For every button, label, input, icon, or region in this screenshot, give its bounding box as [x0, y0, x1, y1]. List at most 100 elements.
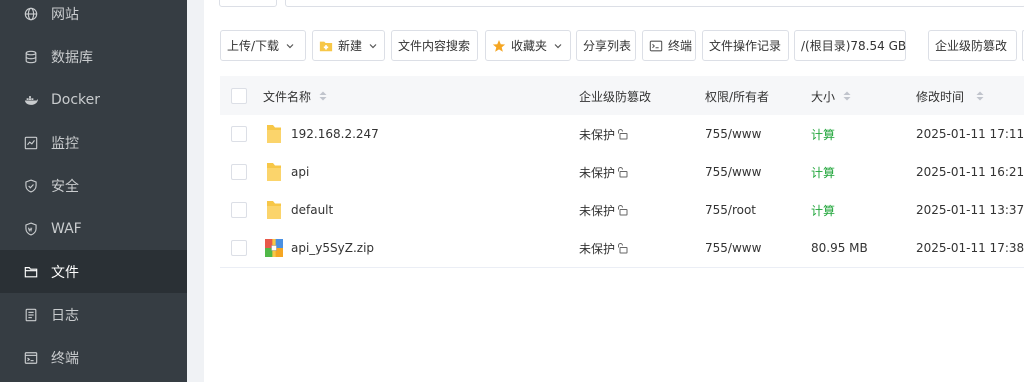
operation-log-label: 文件操作记录	[709, 39, 782, 53]
table-row[interactable]: default 未保护 755/root 计算 2025-01-11 13:37…	[220, 191, 1024, 230]
folder-icon	[265, 123, 283, 145]
terminal-icon	[649, 39, 663, 53]
modified-time: 2025-01-11 17:11:3	[916, 127, 1024, 141]
table-row[interactable]: api_y5SyZ.zip 未保护 755/www 80.95 MB 2025-…	[220, 229, 1024, 268]
database-icon	[24, 50, 38, 64]
tamper-status: 未保护	[579, 241, 616, 256]
file-name[interactable]: default	[291, 203, 333, 217]
column-header-label: 大小	[811, 89, 836, 104]
file-manager-panel: 上传/下载 新建 文件内容搜索 收藏夹 分享列表 终端 文件操作记录 /(根目录…	[204, 0, 1024, 382]
permission-owner[interactable]: 755/www	[705, 153, 761, 191]
sidebar-item-database[interactable]: 数据库	[0, 35, 187, 78]
chevron-down-icon	[368, 41, 378, 51]
docker-icon	[24, 93, 38, 107]
content-search-button[interactable]: 文件内容搜索	[391, 30, 478, 61]
content-search-label: 文件内容搜索	[398, 39, 471, 53]
column-header-label: 企业级防篡改	[579, 89, 652, 104]
globe-icon	[24, 7, 38, 21]
disk-usage-button[interactable]: /(根目录)78.54 GB	[794, 30, 906, 61]
monitor-chart-icon	[24, 136, 38, 150]
log-icon	[24, 308, 38, 322]
row-checkbox[interactable]	[231, 202, 247, 218]
share-list-button[interactable]: 分享列表	[576, 30, 636, 61]
star-icon	[492, 39, 506, 53]
file-name[interactable]: api	[291, 165, 309, 179]
sidebar-item-label: 监控	[51, 135, 79, 152]
calculate-size-link[interactable]: 计算	[811, 191, 835, 229]
row-checkbox[interactable]	[231, 240, 247, 256]
sidebar-item-label: 安全	[51, 178, 79, 195]
row-checkbox[interactable]	[231, 126, 247, 142]
sidebar-item-terminal[interactable]: 终端	[0, 336, 187, 379]
select-all-checkbox[interactable]	[231, 88, 247, 104]
sidebar-item-security[interactable]: 安全	[0, 164, 187, 207]
sidebar-item-docker[interactable]: Docker	[0, 78, 187, 121]
path-input[interactable]	[285, 0, 1024, 7]
folder-icon	[265, 161, 283, 183]
table-row[interactable]: 192.168.2.247 未保护 755/www 计算 2025-01-11 …	[220, 115, 1024, 154]
column-header-size[interactable]: 大小	[811, 76, 851, 116]
tamper-status: 未保护	[579, 165, 616, 180]
chevron-down-icon	[553, 41, 563, 51]
file-name[interactable]: 192.168.2.247	[291, 127, 379, 141]
table-row[interactable]: api 未保护 755/www 计算 2025-01-11 16:21:4	[220, 153, 1024, 192]
sidebar-item-label: 日志	[51, 307, 79, 324]
column-header-label: 文件名称	[263, 89, 312, 104]
sidebar-item-website[interactable]: 网站	[0, 0, 187, 35]
column-header-label: 修改时间	[916, 89, 965, 104]
tamper-proof-button[interactable]: 企业级防篡改	[928, 30, 1017, 61]
tamper-proof-label: 企业级防篡改	[935, 39, 1008, 53]
favorites-button[interactable]: 收藏夹	[485, 30, 571, 61]
shield-icon	[24, 178, 38, 193]
unlock-icon[interactable]	[617, 166, 629, 178]
terminal-button[interactable]: 终端	[642, 30, 696, 61]
sidebar-item-logs[interactable]: 日志	[0, 293, 187, 336]
permission-owner[interactable]: 755/www	[705, 115, 761, 153]
sidebar-item-files[interactable]: 文件	[0, 250, 187, 293]
sidebar-item-label: 文件	[51, 264, 79, 281]
unlock-icon[interactable]	[617, 128, 629, 140]
sidebar-item-monitor[interactable]: 监控	[0, 121, 187, 164]
favorites-label: 收藏夹	[511, 39, 548, 53]
calculate-size-link[interactable]: 计算	[811, 115, 835, 153]
unlock-icon[interactable]	[617, 204, 629, 216]
new-folder-icon	[319, 39, 333, 53]
column-header-mtime[interactable]: 修改时间	[916, 76, 984, 116]
new-label: 新建	[338, 39, 363, 53]
file-size: 80.95 MB	[811, 241, 868, 255]
tamper-status: 未保护	[579, 203, 616, 218]
operation-log-button[interactable]: 文件操作记录	[702, 30, 789, 61]
sidebar-item-waf[interactable]: WAF	[0, 207, 187, 250]
path-bar	[219, 0, 1024, 7]
calculate-size-link[interactable]: 计算	[811, 153, 835, 191]
permission-owner[interactable]: 755/root	[705, 191, 756, 229]
permission-owner[interactable]: 755/www	[705, 229, 761, 267]
folder-icon	[24, 265, 38, 279]
share-list-label: 分享列表	[583, 39, 632, 53]
column-header-tamper: 企业级防篡改	[579, 76, 651, 116]
terminal-label: 终端	[668, 39, 693, 53]
upload-download-button[interactable]: 上传/下载	[220, 30, 306, 61]
column-header-name[interactable]: 文件名称	[263, 76, 327, 116]
file-table-header: 文件名称 企业级防篡改 权限/所有者 大小 修改时间	[220, 76, 1024, 117]
sidebar-item-label: WAF	[51, 220, 82, 237]
nav-buttons[interactable]	[219, 0, 277, 7]
row-checkbox[interactable]	[231, 164, 247, 180]
tamper-status: 未保护	[579, 127, 616, 142]
chevron-down-icon	[285, 41, 295, 51]
waf-shield-icon	[24, 221, 38, 236]
zip-archive-icon	[265, 237, 283, 259]
terminal-icon	[24, 351, 38, 365]
sort-icon[interactable]	[843, 91, 851, 101]
column-header-permission: 权限/所有者	[705, 76, 769, 116]
sort-icon[interactable]	[319, 91, 327, 101]
unlock-icon[interactable]	[617, 242, 629, 254]
column-header-label: 权限/所有者	[705, 89, 770, 104]
sidebar-item-label: 网站	[51, 6, 79, 23]
file-name[interactable]: api_y5SyZ.zip	[291, 241, 374, 255]
sort-icon[interactable]	[976, 91, 984, 101]
new-button[interactable]: 新建	[312, 30, 385, 61]
modified-time: 2025-01-11 17:38:3	[916, 241, 1024, 255]
sidebar-item-label: Docker	[51, 91, 101, 108]
sidebar: 网站 数据库 Docker 监控 安全 WAF 文件 日志 终端	[0, 0, 187, 382]
